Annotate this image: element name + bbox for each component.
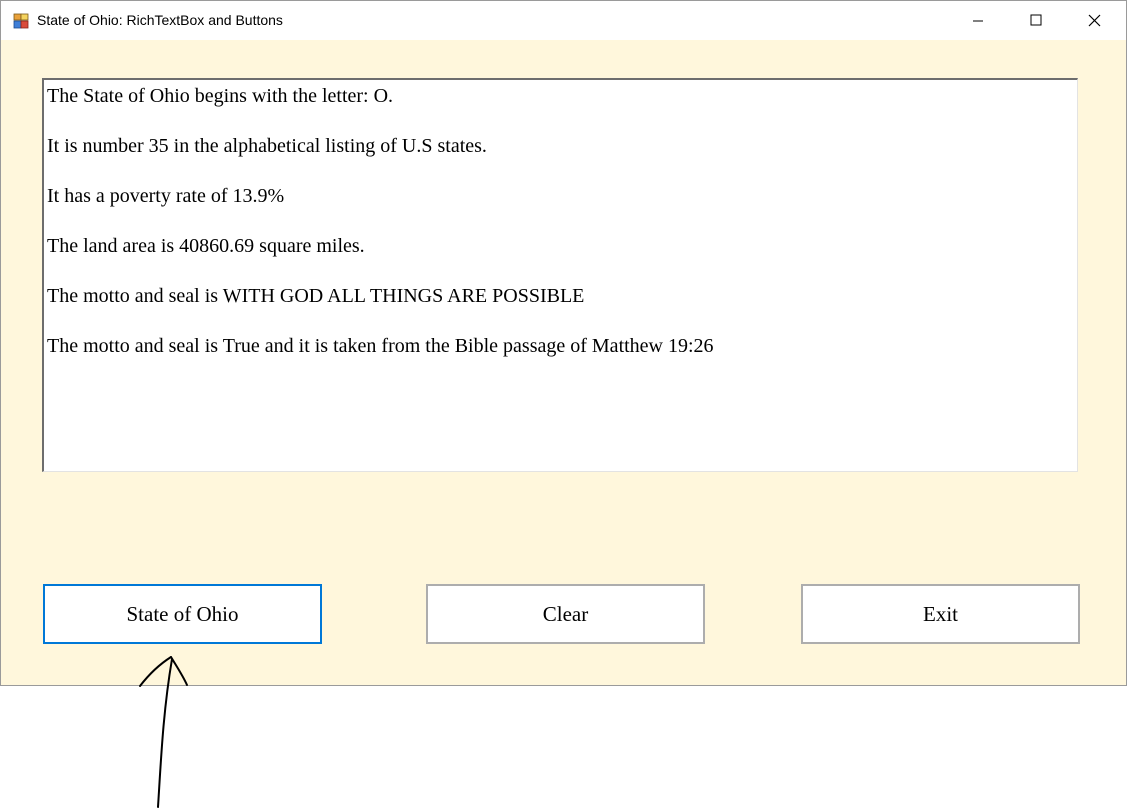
title-bar[interactable]: State of Ohio: RichTextBox and Buttons [1, 1, 1126, 40]
app-window: State of Ohio: RichTextBox and Buttons T… [0, 0, 1127, 686]
exit-button[interactable]: Exit [801, 584, 1080, 644]
rich-text-box[interactable]: The State of Ohio begins with the letter… [42, 78, 1078, 472]
minimize-icon [973, 20, 983, 22]
state-of-ohio-button[interactable]: State of Ohio [43, 584, 322, 644]
clear-button[interactable]: Clear [426, 584, 705, 644]
window-title: State of Ohio: RichTextBox and Buttons [37, 12, 283, 28]
maximize-icon [1030, 14, 1042, 26]
rich-text-line: The motto and seal is WITH GOD ALL THING… [47, 285, 585, 307]
close-icon [1088, 14, 1101, 27]
minimize-button[interactable] [949, 1, 1007, 40]
winforms-app-icon [13, 13, 29, 29]
rich-text-line: It is number 35 in the alphabetical list… [47, 135, 487, 157]
rich-text-line: The land area is 40860.69 square miles. [47, 235, 365, 257]
maximize-button[interactable] [1007, 1, 1065, 40]
rich-text-line: It has a poverty rate of 13.9% [47, 185, 285, 207]
rich-text-line: The State of Ohio begins with the letter… [47, 85, 394, 107]
close-button[interactable] [1065, 1, 1123, 40]
rich-text-line: The motto and seal is True and it is tak… [47, 335, 714, 357]
